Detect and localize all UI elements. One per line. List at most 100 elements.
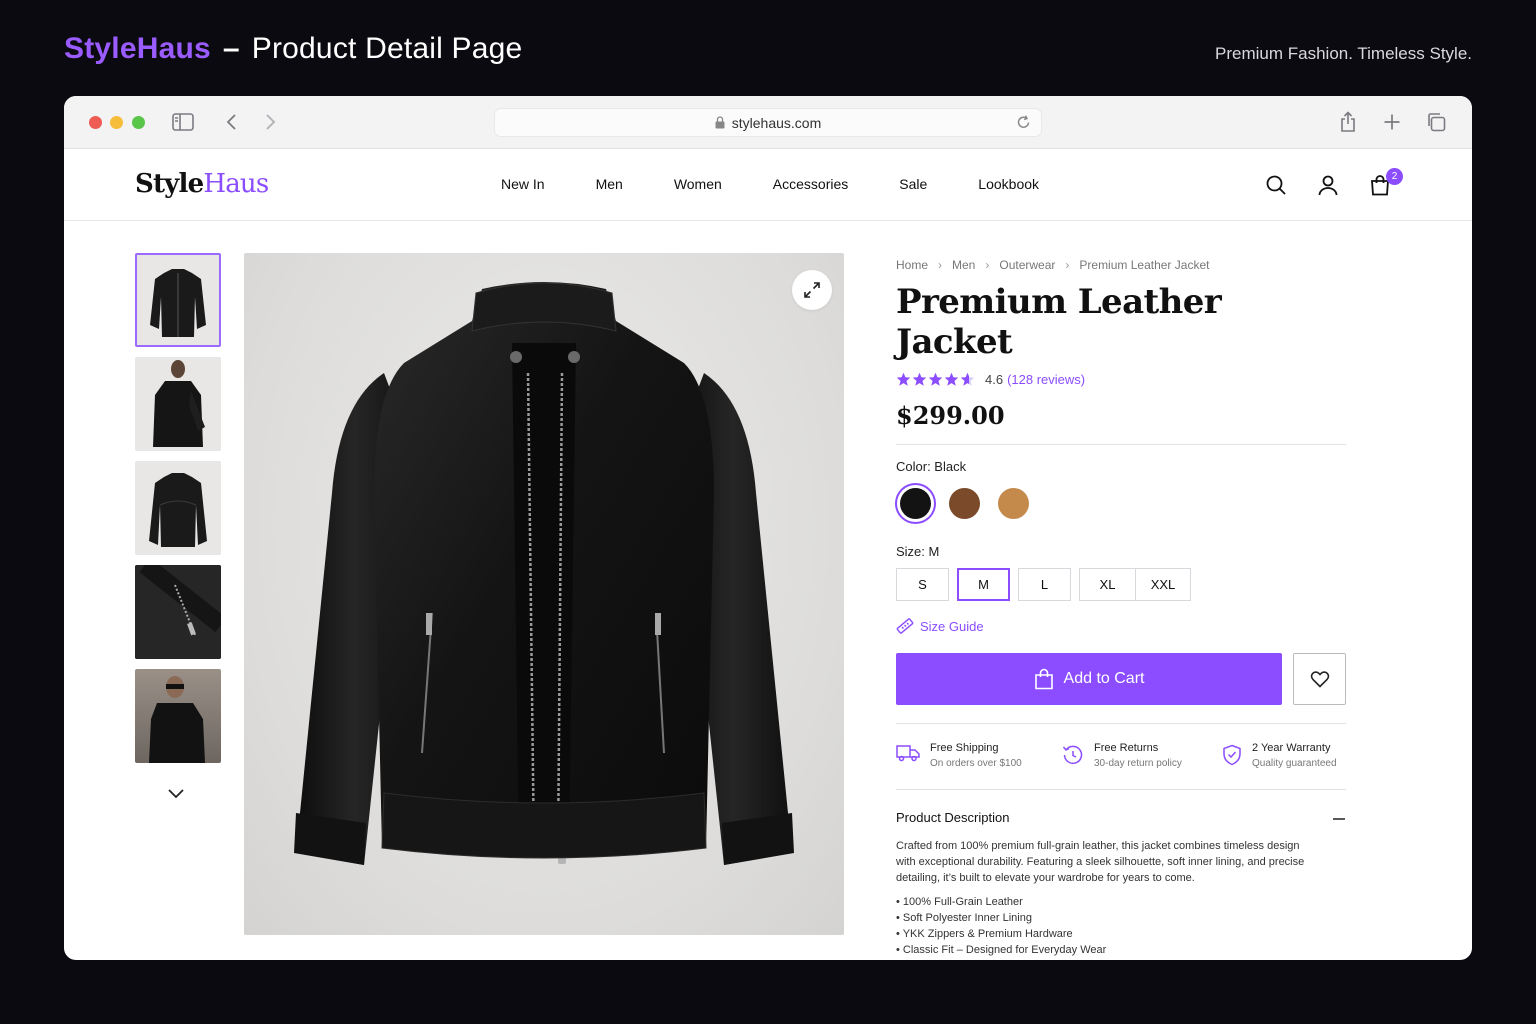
thumbnail-side-model[interactable]	[135, 357, 221, 451]
color-label: Color: Black	[896, 459, 967, 474]
shield-icon	[1222, 744, 1242, 771]
product-price: $299.00	[896, 401, 1005, 430]
tabs-overview-icon[interactable]	[1424, 110, 1448, 134]
feature-subtitle: On orders over $100	[930, 758, 1022, 769]
size-guide-link[interactable]: Size Guide	[896, 617, 1346, 635]
rating-value: 4.6	[985, 372, 1004, 387]
star-icon	[944, 372, 959, 386]
divider	[896, 444, 1346, 445]
feature-subtitle: Quality guaranteed	[1252, 758, 1337, 769]
feature-title: Free Shipping	[930, 742, 999, 754]
color-swatch-brown[interactable]	[949, 488, 980, 519]
maximize-window-button[interactable]	[132, 116, 145, 129]
minimize-window-button[interactable]	[110, 116, 123, 129]
feature-warranty: 2 Year Warranty Quality guaranteed	[1222, 742, 1337, 771]
thumbnail-model-lifestyle[interactable]	[135, 669, 221, 763]
star-icon	[896, 372, 911, 386]
star-icon	[960, 372, 975, 386]
address-bar[interactable]: stylehaus.com	[494, 108, 1042, 137]
ruler-icon	[896, 618, 914, 634]
breadcrumb-home[interactable]: Home	[896, 258, 928, 272]
account-icon[interactable]	[1316, 173, 1340, 197]
color-swatch-tan[interactable]	[998, 488, 1029, 519]
thumbnail-front[interactable]	[135, 253, 221, 347]
breadcrumb-current: Premium Leather Jacket	[1079, 258, 1210, 272]
sidebar-icon[interactable]	[171, 110, 195, 134]
size-option-s[interactable]: S	[896, 568, 949, 601]
nav-link-women[interactable]: Women	[674, 176, 722, 192]
description-title: Product Description	[896, 809, 1010, 825]
cart-count-badge: 2	[1386, 168, 1403, 185]
reload-icon[interactable]	[1016, 114, 1031, 130]
size-option-m[interactable]: M	[957, 568, 1010, 601]
purchase-actions: Add to Cart	[896, 653, 1346, 705]
forward-icon[interactable]	[258, 110, 282, 134]
size-option-l[interactable]: L	[1018, 568, 1071, 601]
share-icon[interactable]	[1336, 110, 1360, 134]
new-tab-icon[interactable]	[1380, 110, 1404, 134]
back-icon[interactable]	[220, 110, 244, 134]
breadcrumb-chevron-icon: ›	[985, 258, 990, 272]
site-logo[interactable]: StyleHaus	[135, 169, 269, 199]
description-text: Crafted from 100% premium full-grain lea…	[896, 840, 1305, 884]
color-swatches	[896, 488, 1346, 519]
expand-image-button[interactable]	[792, 270, 832, 310]
return-icon	[1062, 744, 1084, 771]
star-icon	[928, 372, 943, 386]
bullet-item: YKK Zippers & Premium Hardware	[896, 926, 1346, 942]
color-swatch-black[interactable]	[900, 488, 931, 519]
url-text: stylehaus.com	[731, 114, 822, 131]
star-icon	[912, 372, 927, 386]
close-window-button[interactable]	[89, 116, 102, 129]
size-selector: S M L XL XXL	[896, 568, 1346, 601]
description-accordion-header[interactable]: Product Description	[896, 808, 1346, 826]
nav-link-men[interactable]: Men	[596, 176, 623, 192]
size-option-xxl[interactable]: XXL	[1135, 568, 1191, 601]
logo-haus-text: Haus	[203, 169, 269, 199]
feature-title: Free Returns	[1094, 742, 1159, 754]
jacket-illustration	[294, 282, 794, 865]
feature-free-shipping: Free Shipping On orders over $100	[896, 742, 1062, 771]
add-to-cart-label: Add to Cart	[1063, 670, 1145, 687]
header-actions: 2	[1264, 168, 1403, 197]
header-separator: –	[222, 32, 240, 65]
feature-bullets: 100% Full-Grain Leather Soft Polyester I…	[896, 894, 1346, 958]
reviews-link[interactable]: (128 reviews)	[1007, 372, 1085, 387]
cart-icon[interactable]: 2	[1368, 168, 1403, 197]
feature-title: 2 Year Warranty	[1252, 742, 1331, 754]
search-icon[interactable]	[1264, 173, 1288, 197]
product-info-panel: Home › Men › Outerwear › Premium Leather…	[896, 253, 1346, 958]
product-main-image[interactable]	[244, 253, 844, 935]
add-to-cart-button[interactable]: Add to Cart	[896, 653, 1282, 705]
shopping-bag-icon	[1034, 668, 1053, 690]
size-label: Size: M	[896, 544, 940, 559]
breadcrumb-outerwear[interactable]: Outerwear	[999, 258, 1055, 272]
feature-list: Free Shipping On orders over $100 Free R…	[896, 742, 1346, 771]
nav-link-sale[interactable]: Sale	[899, 176, 927, 192]
bullet-item: 100% Full-Grain Leather	[896, 894, 1346, 910]
breadcrumb-men[interactable]: Men	[952, 258, 975, 272]
bullet-item: Soft Polyester Inner Lining	[896, 910, 1346, 926]
breadcrumb-chevron-icon: ›	[938, 258, 943, 272]
page-title: StyleHaus – Product Detail Page	[64, 32, 522, 66]
collapse-minus-icon[interactable]	[1332, 808, 1346, 826]
nav-link-accessories[interactable]: Accessories	[773, 176, 848, 192]
thumbnail-back[interactable]	[135, 461, 221, 555]
browser-window: stylehaus.com StyleHaus New In Men Women…	[64, 96, 1472, 960]
site-header: StyleHaus New In Men Women Accessories S…	[64, 149, 1472, 221]
main-nav: New In Men Women Accessories Sale Lookbo…	[501, 176, 1090, 192]
nav-link-new-in[interactable]: New In	[501, 176, 545, 192]
browser-toolbar: stylehaus.com	[64, 96, 1472, 149]
size-option-xl[interactable]: XL	[1079, 568, 1135, 601]
header-brand: StyleHaus	[64, 32, 211, 65]
bullet-item: Classic Fit – Designed for Everyday Wear	[896, 942, 1346, 958]
star-rating	[896, 372, 975, 387]
feature-subtitle: 30-day return policy	[1094, 758, 1182, 769]
wishlist-button[interactable]	[1293, 653, 1346, 705]
chevron-down-icon[interactable]	[167, 786, 185, 804]
thumbnail-zipper-detail[interactable]	[135, 565, 221, 659]
feature-free-returns: Free Returns 30-day return policy	[1062, 742, 1222, 771]
header-subtitle: Product Detail Page	[251, 32, 523, 65]
size-guide-label: Size Guide	[920, 618, 984, 634]
nav-link-lookbook[interactable]: Lookbook	[978, 176, 1039, 192]
